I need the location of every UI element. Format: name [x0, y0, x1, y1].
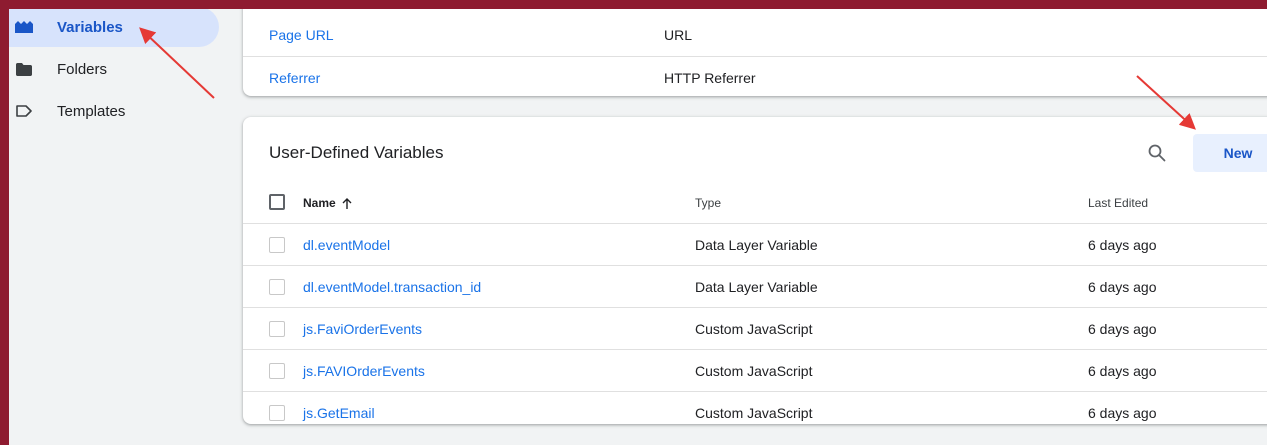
- table-row[interactable]: js.FAVIOrderEvents Custom JavaScript 6 d…: [243, 350, 1267, 391]
- variable-type: Custom JavaScript: [695, 405, 813, 421]
- column-header-label: Name: [303, 196, 336, 210]
- table-header: Name Type Last Edited: [243, 183, 1267, 223]
- variable-type: URL: [664, 27, 693, 43]
- column-header-type[interactable]: Type: [695, 196, 721, 210]
- table-row[interactable]: dl.eventModel.transaction_id Data Layer …: [243, 266, 1267, 307]
- table-row[interactable]: js.FaviOrderEvents Custom JavaScript 6 d…: [243, 308, 1267, 349]
- card-title: User-Defined Variables: [269, 143, 444, 162]
- table-row[interactable]: Referrer HTTP Referrer: [243, 57, 1267, 99]
- select-all-checkbox[interactable]: [269, 194, 285, 210]
- last-edited: 6 days ago: [1088, 321, 1157, 337]
- table-row[interactable]: js.GetEmail Custom JavaScript 6 days ago: [243, 392, 1267, 433]
- variable-name-link[interactable]: js.GetEmail: [303, 405, 375, 421]
- sidebar-item-variables[interactable]: Variables: [9, 9, 219, 47]
- last-edited: 6 days ago: [1088, 363, 1157, 379]
- new-button[interactable]: New: [1193, 134, 1267, 172]
- column-header-last-edited[interactable]: Last Edited: [1088, 196, 1148, 210]
- last-edited: 6 days ago: [1088, 405, 1157, 421]
- row-checkbox[interactable]: [269, 237, 285, 253]
- table-row[interactable]: Page URL URL: [243, 14, 1267, 56]
- variable-name-link[interactable]: dl.eventModel.transaction_id: [303, 279, 481, 295]
- folder-icon: [15, 61, 33, 77]
- variable-type: HTTP Referrer: [664, 70, 756, 86]
- variable-name-link[interactable]: js.FAVIOrderEvents: [303, 363, 425, 379]
- table-row[interactable]: dl.eventModel Data Layer Variable 6 days…: [243, 224, 1267, 265]
- sidebar-item-label: Templates: [57, 102, 126, 120]
- row-checkbox[interactable]: [269, 321, 285, 337]
- column-header-name[interactable]: Name: [303, 196, 352, 210]
- variable-type: Data Layer Variable: [695, 237, 818, 253]
- variable-name-link[interactable]: dl.eventModel: [303, 237, 390, 253]
- row-checkbox[interactable]: [269, 405, 285, 421]
- built-in-variables-card: Page URL URL Referrer HTTP Referrer: [243, 9, 1267, 99]
- screenshot-frame: Variables Folders Templates Page URL URL…: [0, 0, 1267, 445]
- sidebar: Variables Folders Templates: [9, 9, 241, 445]
- variable-name-link[interactable]: js.FaviOrderEvents: [303, 321, 422, 337]
- last-edited: 6 days ago: [1088, 279, 1157, 295]
- template-tag-icon: [15, 103, 33, 119]
- row-checkbox[interactable]: [269, 363, 285, 379]
- search-icon: [1148, 144, 1166, 162]
- sidebar-item-label: Folders: [57, 60, 108, 78]
- sidebar-item-templates[interactable]: Templates: [9, 91, 219, 131]
- search-button[interactable]: [1141, 137, 1173, 169]
- variable-type: Data Layer Variable: [695, 279, 818, 295]
- last-edited: 6 days ago: [1088, 237, 1157, 253]
- variable-type: Custom JavaScript: [695, 363, 813, 379]
- variable-name-link[interactable]: Page URL: [269, 27, 334, 43]
- sidebar-item-folders[interactable]: Folders: [9, 49, 219, 89]
- variable-type: Custom JavaScript: [695, 321, 813, 337]
- user-defined-variables-card: User-Defined Variables New Name Type Las…: [243, 117, 1267, 424]
- arrow-up-icon: [342, 197, 352, 209]
- variable-name-link[interactable]: Referrer: [269, 70, 320, 86]
- sidebar-item-label: Variables: [57, 18, 123, 36]
- variables-icon: [15, 19, 33, 35]
- row-checkbox[interactable]: [269, 279, 285, 295]
